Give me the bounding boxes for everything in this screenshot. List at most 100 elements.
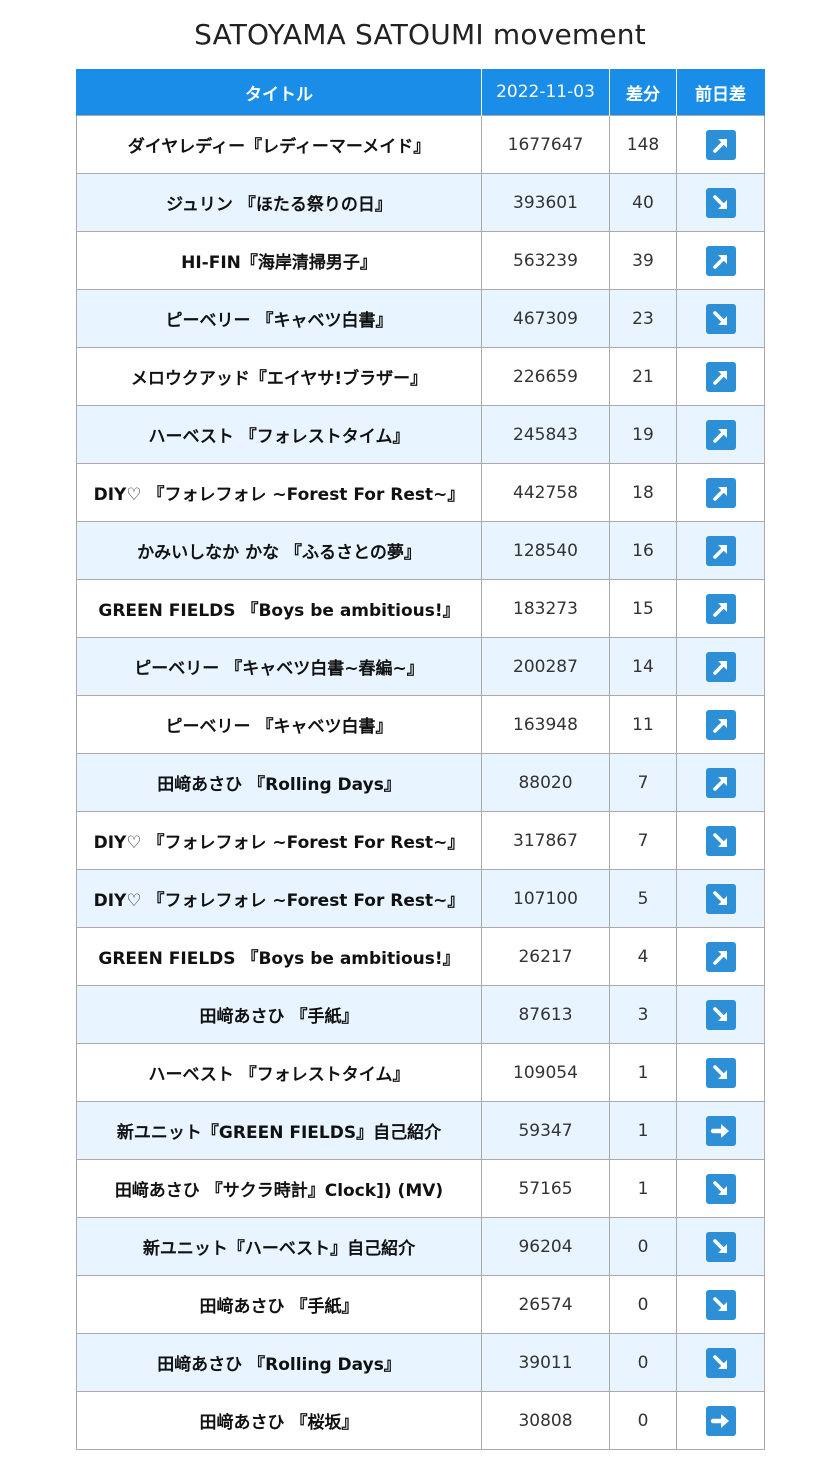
row-diff: 16 bbox=[609, 521, 677, 580]
row-diff: 23 bbox=[609, 289, 677, 348]
row-trend bbox=[676, 521, 765, 580]
table-row: ピーベリー 『キャベツ白書』 163948 11 bbox=[76, 695, 765, 754]
row-title: 田﨑あさひ 『Rolling Days』 bbox=[76, 1333, 482, 1392]
row-trend bbox=[676, 405, 765, 464]
row-count: 57165 bbox=[481, 1159, 610, 1218]
row-diff: 0 bbox=[609, 1217, 677, 1276]
row-diff: 19 bbox=[609, 405, 677, 464]
table-header-row: タイトル 2022-11-03 差分 前日差 bbox=[76, 69, 765, 116]
row-title: DIY♡ 『フォレフォレ ~Forest For Rest~』 bbox=[76, 869, 482, 928]
row-trend bbox=[676, 1043, 765, 1102]
table-row: ジュリン 『ほたる祭りの日』 393601 40 bbox=[76, 173, 765, 232]
ranking-table: タイトル 2022-11-03 差分 前日差 ダイヤレディー『レディーマーメイド… bbox=[76, 69, 765, 1450]
row-title: ピーベリー 『キャベツ白書』 bbox=[76, 289, 482, 348]
up-right-arrow-icon bbox=[705, 535, 736, 566]
up-right-arrow-icon bbox=[705, 593, 736, 624]
header-diff: 差分 bbox=[609, 69, 677, 116]
page-title: SATOYAMA SATOUMI movement bbox=[194, 18, 646, 51]
table-row: GREEN FIELDS 『Boys be ambitious!』 26217 4 bbox=[76, 927, 765, 986]
row-title: HI-FIN『海岸清掃男子』 bbox=[76, 231, 482, 290]
ranking-table-container: タイトル 2022-11-03 差分 前日差 ダイヤレディー『レディーマーメイド… bbox=[76, 69, 765, 1450]
row-title: 田﨑あさひ 『手紙』 bbox=[76, 985, 482, 1044]
row-trend bbox=[676, 869, 765, 928]
row-count: 163948 bbox=[481, 695, 610, 754]
row-count: 1677647 bbox=[481, 115, 610, 174]
up-right-arrow-icon bbox=[705, 941, 736, 972]
row-diff: 148 bbox=[609, 115, 677, 174]
row-trend bbox=[676, 463, 765, 522]
row-diff: 0 bbox=[609, 1275, 677, 1334]
table-row: ダイヤレディー『レディーマーメイド』 1677647 148 bbox=[76, 115, 765, 174]
row-diff: 0 bbox=[609, 1333, 677, 1392]
row-diff: 21 bbox=[609, 347, 677, 406]
right-arrow-icon bbox=[705, 1405, 736, 1436]
table-row: 新ユニット『GREEN FIELDS』自己紹介 59347 1 bbox=[76, 1101, 765, 1160]
row-title: DIY♡ 『フォレフォレ ~Forest For Rest~』 bbox=[76, 811, 482, 870]
row-title: 田﨑あさひ 『桜坂』 bbox=[76, 1391, 482, 1450]
row-count: 442758 bbox=[481, 463, 610, 522]
row-trend bbox=[676, 637, 765, 696]
row-title: 田﨑あさひ 『手紙』 bbox=[76, 1275, 482, 1334]
row-count: 200287 bbox=[481, 637, 610, 696]
row-count: 109054 bbox=[481, 1043, 610, 1102]
row-trend bbox=[676, 579, 765, 638]
row-trend bbox=[676, 347, 765, 406]
row-trend bbox=[676, 927, 765, 986]
row-title: メロウクアッド『エイヤサ!ブラザー』 bbox=[76, 347, 482, 406]
table-row: ピーベリー 『キャベツ白書~春編~』 200287 14 bbox=[76, 637, 765, 696]
header-trend: 前日差 bbox=[676, 69, 765, 116]
up-right-arrow-icon bbox=[705, 245, 736, 276]
row-diff: 11 bbox=[609, 695, 677, 754]
row-title: ハーベスト 『フォレストタイム』 bbox=[76, 405, 482, 464]
down-right-arrow-icon bbox=[705, 187, 736, 218]
row-trend bbox=[676, 985, 765, 1044]
row-count: 96204 bbox=[481, 1217, 610, 1276]
row-count: 107100 bbox=[481, 869, 610, 928]
row-count: 245843 bbox=[481, 405, 610, 464]
row-title: 田﨑あさひ 『サクラ時計』Clock]) (MV) bbox=[76, 1159, 482, 1218]
row-title: GREEN FIELDS 『Boys be ambitious!』 bbox=[76, 927, 482, 986]
up-right-arrow-icon bbox=[705, 709, 736, 740]
table-row: ハーベスト 『フォレストタイム』 245843 19 bbox=[76, 405, 765, 464]
row-trend bbox=[676, 231, 765, 290]
row-trend bbox=[676, 1333, 765, 1392]
table-row: 田﨑あさひ 『手紙』 87613 3 bbox=[76, 985, 765, 1044]
row-title: ピーベリー 『キャベツ白書~春編~』 bbox=[76, 637, 482, 696]
row-diff: 18 bbox=[609, 463, 677, 522]
row-diff: 15 bbox=[609, 579, 677, 638]
row-count: 87613 bbox=[481, 985, 610, 1044]
row-trend bbox=[676, 811, 765, 870]
row-diff: 4 bbox=[609, 927, 677, 986]
row-diff: 5 bbox=[609, 869, 677, 928]
row-trend bbox=[676, 1217, 765, 1276]
row-trend bbox=[676, 695, 765, 754]
header-date: 2022-11-03 bbox=[481, 69, 610, 116]
row-title: 新ユニット『GREEN FIELDS』自己紹介 bbox=[76, 1101, 482, 1160]
up-right-arrow-icon bbox=[705, 767, 736, 798]
table-row: HI-FIN『海岸清掃男子』 563239 39 bbox=[76, 231, 765, 290]
row-title: 新ユニット『ハーベスト』自己紹介 bbox=[76, 1217, 482, 1276]
row-trend bbox=[676, 1101, 765, 1160]
table-row: DIY♡ 『フォレフォレ ~Forest For Rest~』 107100 5 bbox=[76, 869, 765, 928]
row-title: ジュリン 『ほたる祭りの日』 bbox=[76, 173, 482, 232]
down-right-arrow-icon bbox=[705, 1289, 736, 1320]
table-row: ピーベリー 『キャベツ白書』 467309 23 bbox=[76, 289, 765, 348]
down-right-arrow-icon bbox=[705, 1347, 736, 1378]
down-right-arrow-icon bbox=[705, 999, 736, 1030]
row-diff: 14 bbox=[609, 637, 677, 696]
up-right-arrow-icon bbox=[705, 361, 736, 392]
row-diff: 3 bbox=[609, 985, 677, 1044]
row-trend bbox=[676, 1275, 765, 1334]
down-right-arrow-icon bbox=[705, 303, 736, 334]
down-right-arrow-icon bbox=[705, 1173, 736, 1204]
up-right-arrow-icon bbox=[705, 651, 736, 682]
row-count: 467309 bbox=[481, 289, 610, 348]
down-right-arrow-icon bbox=[705, 825, 736, 856]
row-trend bbox=[676, 289, 765, 348]
row-count: 88020 bbox=[481, 753, 610, 812]
header-title: タイトル bbox=[76, 69, 482, 116]
table-body: ダイヤレディー『レディーマーメイド』 1677647 148 ジュリン 『ほたる祭りの… bbox=[76, 115, 765, 1450]
table-row: DIY♡ 『フォレフォレ ~Forest For Rest~』 442758 18 bbox=[76, 463, 765, 522]
row-count: 183273 bbox=[481, 579, 610, 638]
row-diff: 1 bbox=[609, 1159, 677, 1218]
